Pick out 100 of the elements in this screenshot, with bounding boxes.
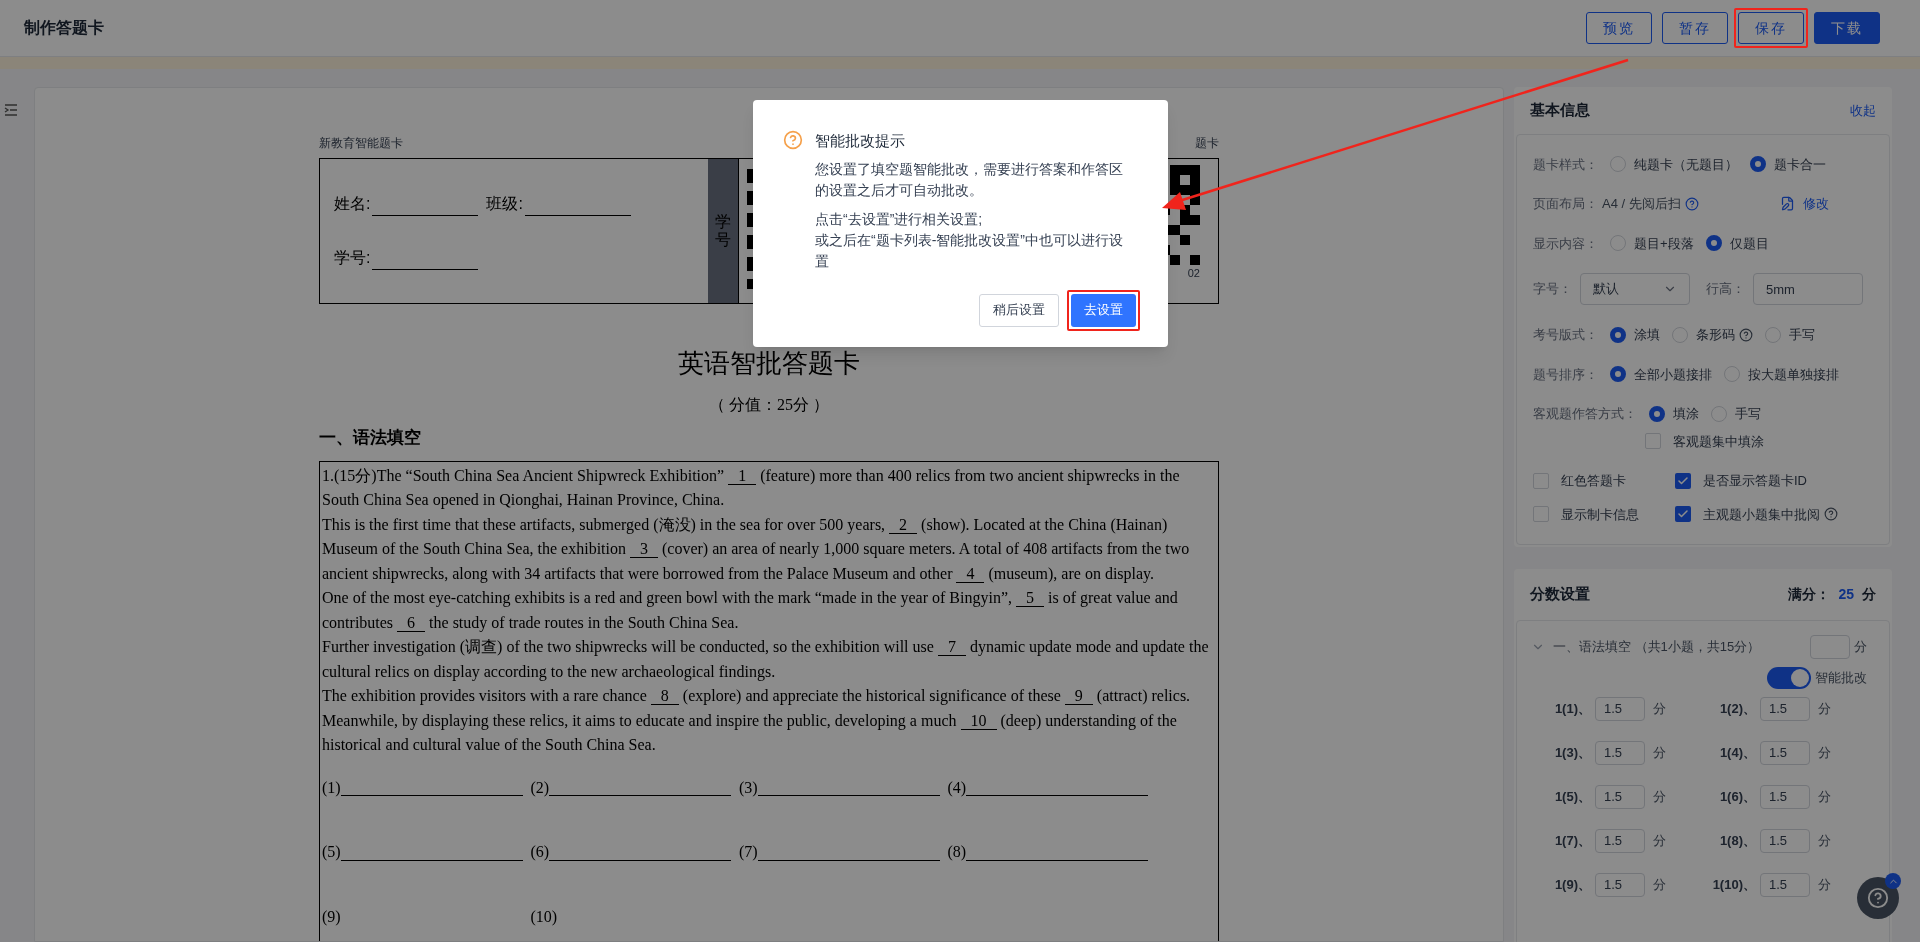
setting-label: 考号版式： (1533, 326, 1598, 344)
answer-label: (7) (739, 842, 758, 863)
unit-label: 分 (1818, 743, 1831, 762)
toggle-label: 智能批改 (1815, 668, 1867, 687)
question-paragraph: Further investigation (调查) of the two shipwrecks will be conducted, so the exhibition will use 7 dynamic update mode and update the cultural relics on display according to the new archaeological findings. (322, 637, 1210, 683)
radio-option[interactable]: 手写 (1765, 325, 1815, 345)
radio-option[interactable]: 纯题卡（无题目） (1610, 154, 1738, 174)
score-field[interactable]: 1.5 (1760, 828, 1810, 853)
header-button[interactable]: 保存 (1738, 12, 1804, 44)
header-button[interactable]: 预览 (1586, 12, 1652, 44)
unit-label: 分 (1854, 637, 1867, 656)
header-button[interactable]: 下载 (1814, 12, 1880, 44)
card-title: 基本信息 (1530, 100, 1590, 120)
checkbox-option[interactable]: 客观题集中填涂 (1645, 431, 1873, 451)
unit-label: 分 (1818, 787, 1831, 806)
score-field[interactable]: 1.5 (1595, 828, 1645, 853)
answer-label: (6) (530, 842, 550, 863)
dialog-hint: 点击“去设置”进行相关设置; (815, 209, 984, 229)
score-field[interactable]: 1.5 (1760, 872, 1810, 897)
question-paragraph: This is the first time that these artifacts, submerged (淹没) in the sea for over 500 years, 2 (show). Located at the China (Hainan) Museum of the South China Sea, the exhibition 3 (cover) an area of nearly 1,000 square meters. A total of 408 artifacts from the two ancient shipwrecks, along with 34 artifacts that were borrowed from the Palace Museum and other 4 (museum), are on display. (322, 514, 1191, 585)
collapse-link[interactable]: 收起 (1850, 100, 1876, 120)
question-label: 1(1)、 (1553, 699, 1591, 718)
field-label: 学号: (334, 248, 371, 268)
unit-label: 分 (1653, 743, 1666, 762)
score-field[interactable]: 1.5 (1760, 784, 1810, 809)
answer-label: (4) (947, 777, 967, 799)
question-paragraph: The exhibition provides visitors with a rare chance 8 (explore) and appreciate the historical significance of these 9 (attract) relics. Meanwhile, by displaying these relics, it aims to educate and inspire the public, developing a much 10 (deep) understanding of the historical and cultural value of the South China Sea. (322, 686, 1192, 755)
card-brand: 题卡 (1195, 135, 1219, 152)
field-label: 班级: (486, 194, 523, 214)
radio-option[interactable]: 题卡合一 (1750, 154, 1826, 174)
question-label: 1(7)、 (1553, 831, 1591, 850)
answer-label: (3) (739, 777, 758, 799)
font-size-select[interactable]: 默认 (1580, 273, 1690, 305)
answer-label: (5) (322, 842, 341, 863)
header-button[interactable]: 暂存 (1662, 12, 1728, 44)
layout-value: A4 / 先阅后扫 (1602, 195, 1681, 213)
total-value: 25 (1838, 584, 1854, 604)
dialog-hint: 或之后在“题卡列表-智能批改设置”中也可以进行设置 (815, 230, 1124, 271)
line-height-field[interactable]: 5mm (1753, 273, 1863, 305)
unit-label: 分 (1818, 831, 1831, 850)
radio-option[interactable]: 条形码 (1672, 325, 1753, 345)
edit-link[interactable]: 修改 (1780, 194, 1829, 214)
question-label: 1(4)、 (1718, 743, 1756, 762)
setting-label: 显示内容： (1533, 234, 1598, 253)
unit-label: 分 (1818, 699, 1831, 718)
unit-label: 分 (1653, 787, 1666, 806)
unit-label: 分 (1653, 875, 1666, 894)
radio-option[interactable]: 手写 (1711, 404, 1761, 424)
setting-label: 行高： (1706, 280, 1745, 299)
card-brand: 新教育智能题卡 (319, 135, 403, 152)
unit-label: 分 (1653, 699, 1666, 718)
section-heading: 一、语法填空 (319, 427, 422, 449)
answer-label: (9) (322, 906, 341, 928)
id-label: 学号 (715, 213, 731, 249)
unit-label: 分 (1862, 584, 1876, 604)
page-title: 制作答题卡 (24, 18, 104, 38)
score-field[interactable]: 1.5 (1595, 872, 1645, 897)
checkbox-option[interactable]: 主观题小题集中批阅 (1675, 504, 1873, 524)
question-label: 1(6)、 (1718, 787, 1756, 806)
question-label: 1(2)、 (1718, 699, 1756, 718)
checkbox-option[interactable]: 红色答题卡 (1533, 471, 1675, 491)
radio-option[interactable]: 仅题目 (1705, 233, 1769, 253)
radio-option[interactable]: 涂填 (1610, 325, 1660, 345)
radio-option[interactable]: 题目+段落 (1610, 233, 1694, 253)
total-score: （ 分值：25分 ） (708, 395, 830, 415)
setting-label: 字号： (1533, 280, 1572, 299)
setting-label: 客观题作答方式： (1533, 405, 1637, 423)
radio-option[interactable]: 按大题单独接排 (1724, 364, 1839, 384)
question-paragraph: 1.(15分)The “South China Sea Ancient Shipwreck Exhibition” 1 (feature) more than 400 relics from two ancient shipwrecks in the South China Sea opened in Qionghai, Hainan Province, China. (322, 465, 1181, 511)
card-title: 英语智批答题卡 (677, 348, 861, 380)
radio-option[interactable]: 填涂 (1649, 404, 1699, 424)
checkbox-option[interactable]: 显示制卡信息 (1533, 504, 1675, 524)
radio-option[interactable]: 全部小题接排 (1610, 364, 1712, 384)
total-label: 满分： (1788, 584, 1831, 604)
score-field[interactable]: 1.5 (1760, 696, 1810, 721)
card-title: 分数设置 (1530, 584, 1590, 604)
question-label: 1(9)、 (1553, 875, 1591, 894)
question-label: 1(5)、 (1553, 787, 1591, 806)
score-field[interactable]: 1.5 (1595, 696, 1645, 721)
question-label: 1(8)、 (1718, 831, 1756, 850)
setting-label: 题号排序： (1533, 365, 1598, 384)
card-id-number: 02 (1187, 266, 1200, 281)
setting-label: 题卡样式： (1533, 155, 1598, 174)
answer-label: (1) (322, 777, 341, 799)
score-field[interactable]: 1.5 (1595, 740, 1645, 765)
question-label: 1(3)、 (1553, 743, 1591, 762)
dialog-title: 智能批改提示 (815, 131, 906, 151)
unit-label: 分 (1653, 831, 1666, 850)
dialog-button[interactable]: 去设置 (1071, 293, 1136, 327)
field-label: 姓名: (334, 194, 371, 214)
answer-label: (10) (530, 906, 558, 928)
dialog-button[interactable]: 稍后设置 (979, 293, 1059, 327)
dialog-message: 您设置了填空题智能批改，需要进行答案和作答区的设置之后才可自动批改。 (815, 159, 1124, 200)
score-field[interactable]: 1.5 (1760, 740, 1810, 765)
answer-label: (8) (947, 842, 967, 863)
setting-label: 页面布局： (1533, 195, 1598, 213)
question-label: 1(10)、 (1711, 875, 1756, 894)
question-paragraph: One of the most eye-catching exhibits is a red and green bowl with the mark “made in the year of Bingyin”, 5 is of great value and contributes 6 the study of trade routes in the South China Sea. (322, 588, 1179, 634)
score-field[interactable]: 1.5 (1595, 784, 1645, 809)
checkbox-option[interactable]: 是否显示答题卡ID (1675, 471, 1873, 491)
